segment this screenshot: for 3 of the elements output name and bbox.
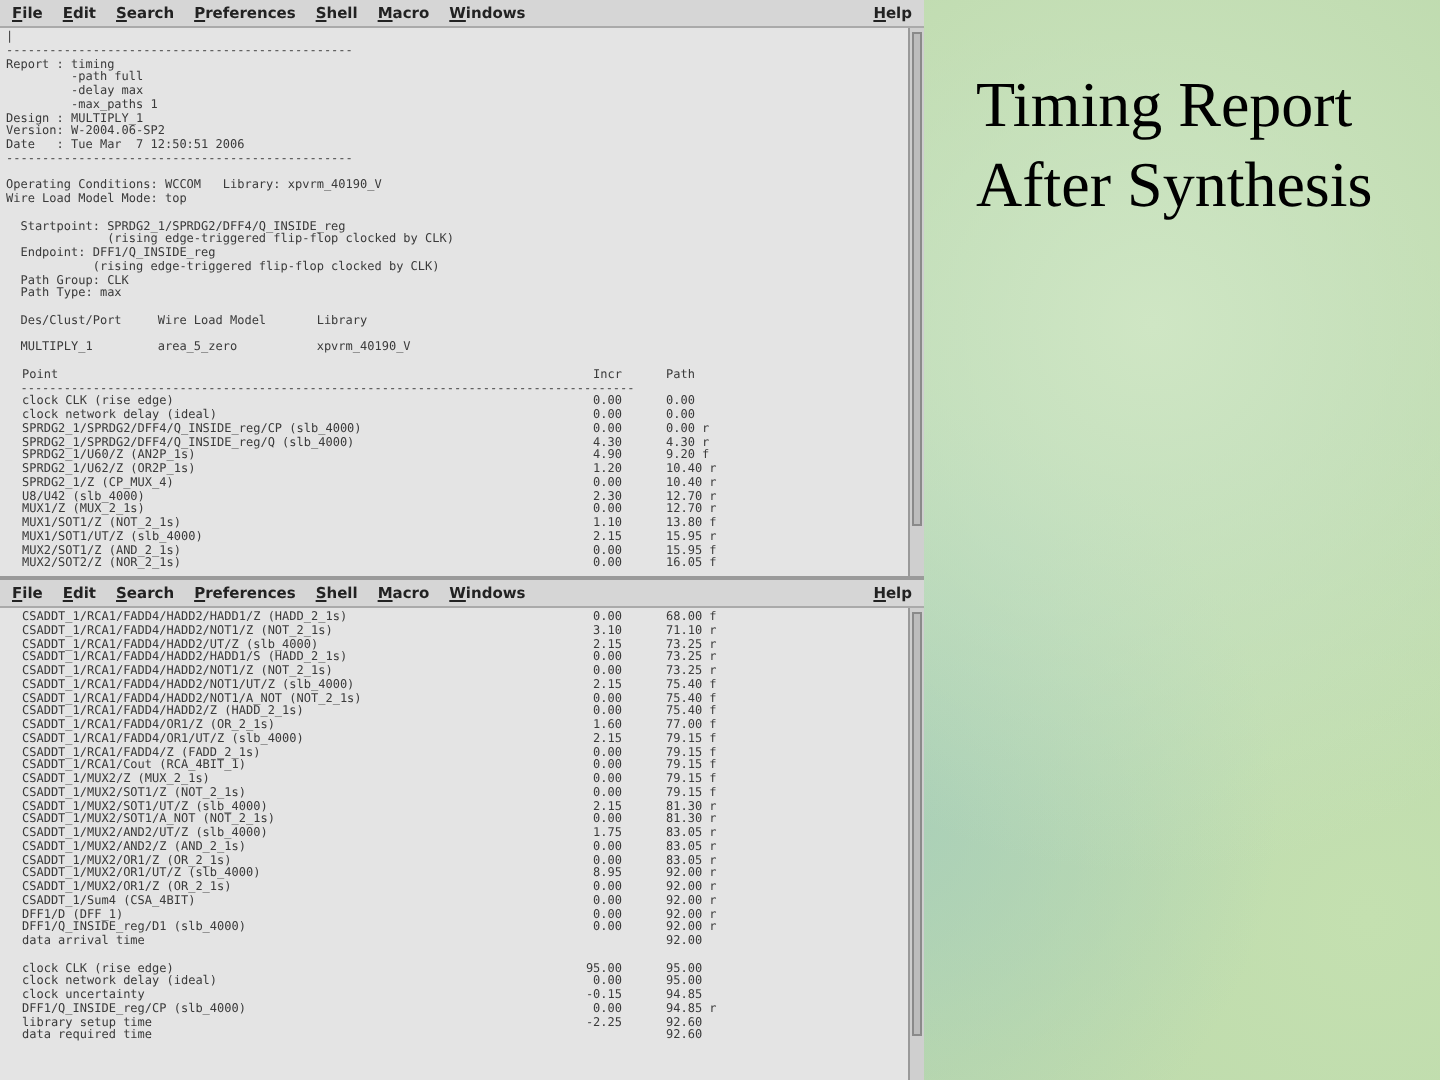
scrollbar[interactable] <box>908 28 924 576</box>
slide-title: Timing Report After Synthesis <box>976 66 1375 224</box>
scrollbar[interactable] <box>908 608 924 1080</box>
